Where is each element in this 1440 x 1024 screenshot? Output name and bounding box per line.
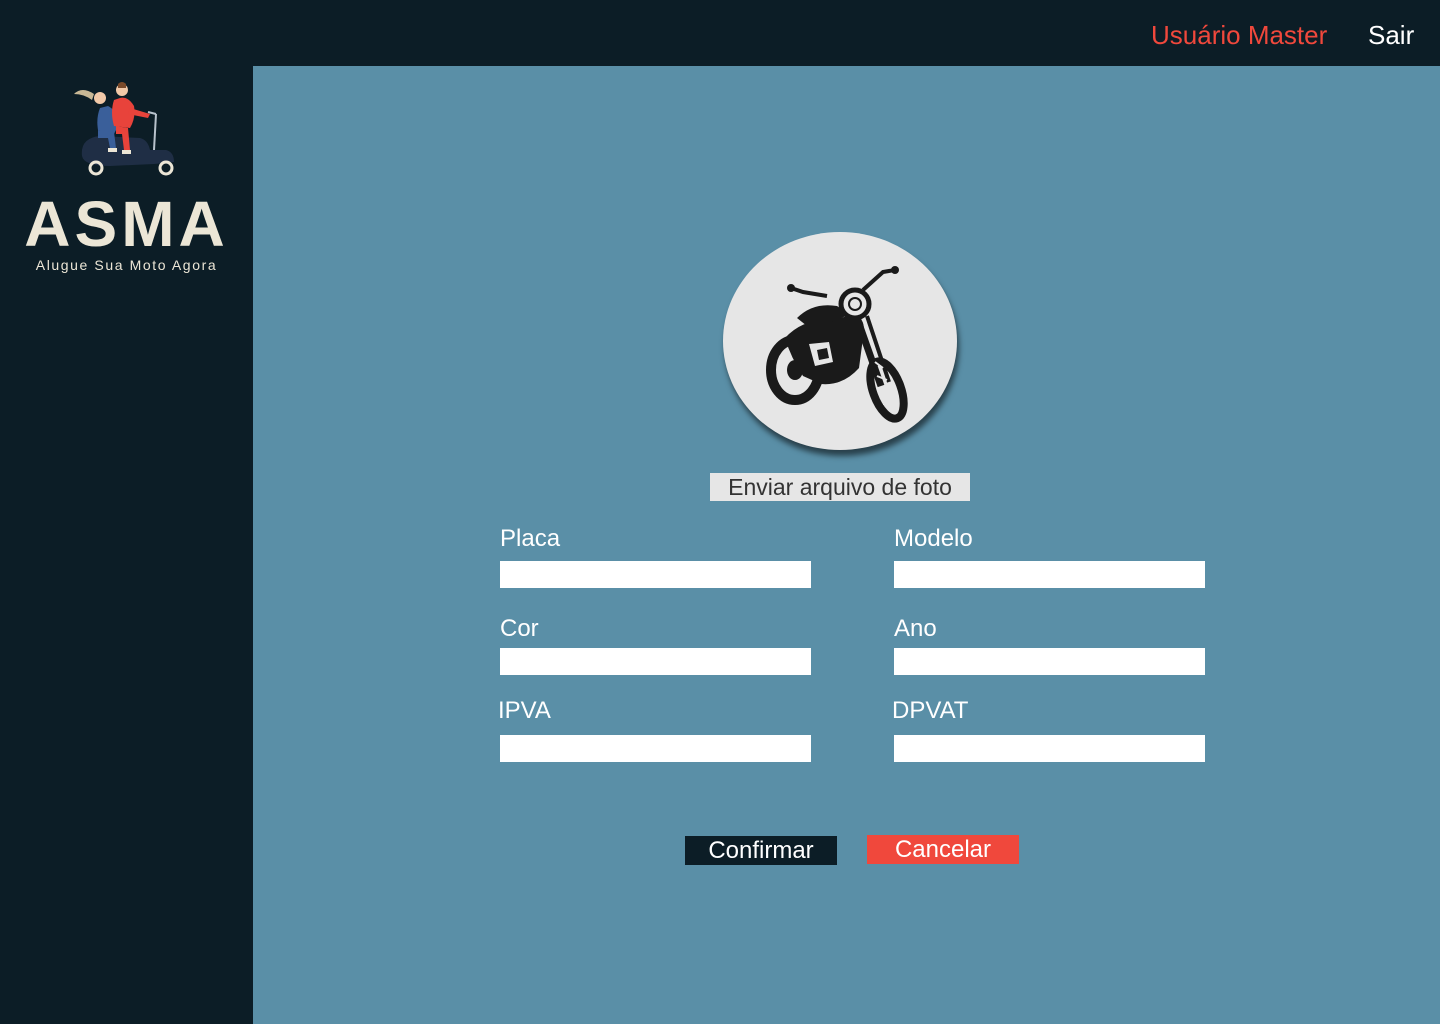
top-bar: Usuário Master Sair	[0, 0, 1440, 66]
cor-label: Cor	[500, 615, 539, 642]
upload-photo-button[interactable]: Enviar arquivo de foto	[710, 473, 970, 501]
ipva-input[interactable]	[500, 735, 811, 762]
modelo-label: Modelo	[894, 525, 973, 552]
cor-input[interactable]	[500, 648, 811, 675]
user-menu-link[interactable]: Usuário Master	[1151, 20, 1327, 51]
scooter-riders-logo-icon	[74, 82, 174, 176]
dpvat-label: DPVAT	[892, 697, 969, 724]
placa-label: Placa	[500, 525, 561, 552]
dpvat-input[interactable]	[894, 735, 1205, 762]
logout-link[interactable]: Sair	[1368, 20, 1414, 51]
vehicle-photo-preview	[723, 232, 957, 450]
confirm-button[interactable]: Confirmar	[685, 836, 837, 865]
motorcycle-icon	[766, 266, 908, 423]
cancel-button[interactable]: Cancelar	[867, 835, 1019, 864]
brand-name: ASMA	[24, 188, 229, 260]
sidebar: ASMA Alugue Sua Moto Agora	[0, 66, 253, 1024]
ano-input[interactable]	[894, 648, 1205, 675]
modelo-input[interactable]	[894, 561, 1205, 588]
ipva-label: IPVA	[498, 697, 551, 724]
brand-logo: ASMA Alugue Sua Moto Agora	[0, 66, 253, 286]
ano-label: Ano	[894, 615, 937, 642]
placa-input[interactable]	[500, 561, 811, 588]
main-panel: Enviar arquivo de foto Placa Modelo Cor …	[253, 66, 1440, 1024]
brand-tagline: Alugue Sua Moto Agora	[35, 257, 218, 273]
